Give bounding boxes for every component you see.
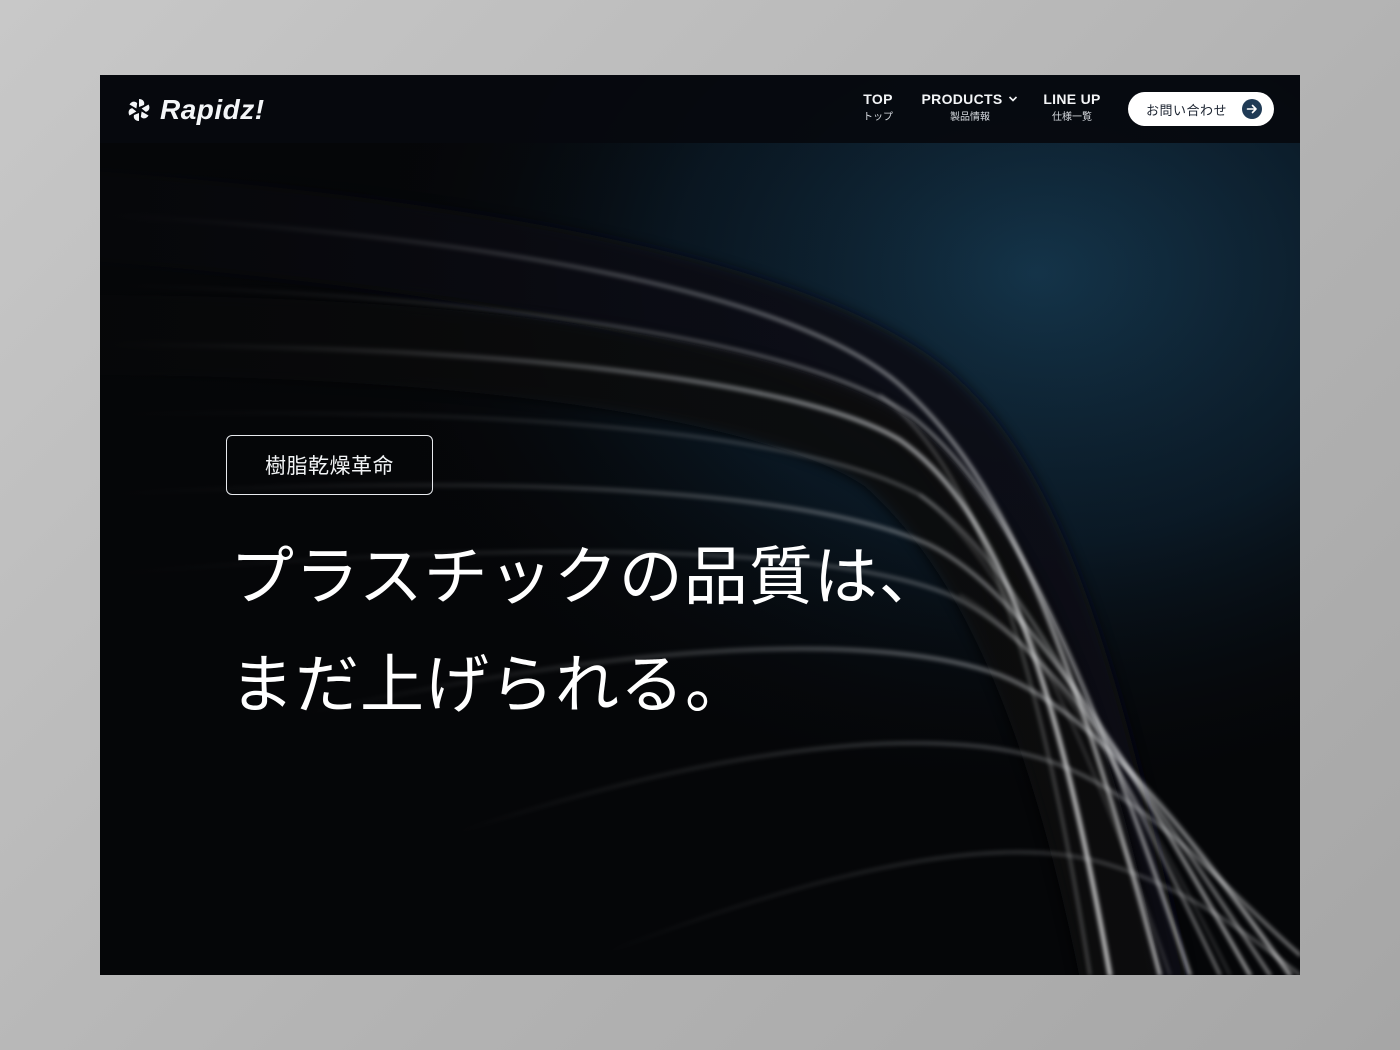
hero-tag: 樹脂乾燥革命 xyxy=(226,435,433,495)
headline-line-1: プラスチックの品質は、 xyxy=(230,541,944,615)
chevron-down-icon[interactable] xyxy=(1008,95,1018,103)
nav-item-lineup[interactable]: LINE UP 仕様一覧 xyxy=(1040,91,1104,124)
contact-label: お問い合わせ xyxy=(1146,103,1228,119)
nav-item-top[interactable]: TOP トップ xyxy=(857,91,899,124)
headline-line-2: まだ上げられる。 xyxy=(230,649,750,723)
website-frame: Rapidz! TOP トップ PRODUCTS 製品情報 LINE UP 仕様… xyxy=(100,75,1300,975)
site-header: Rapidz! TOP トップ PRODUCTS 製品情報 LINE UP 仕様… xyxy=(100,75,1300,143)
nav-label: PRODUCTS xyxy=(921,91,1003,107)
nav-label: TOP xyxy=(863,91,893,107)
nav-sublabel: 製品情報 xyxy=(950,112,990,123)
nav-label: LINE UP xyxy=(1043,91,1101,107)
nav-item-products[interactable]: PRODUCTS 製品情報 xyxy=(918,91,1022,124)
nav-sublabel: トップ xyxy=(863,112,893,123)
nav-label-wrap: PRODUCTS xyxy=(918,91,1022,108)
nav-sublabel: 仕様一覧 xyxy=(1052,112,1092,123)
arrow-right-icon xyxy=(1242,99,1262,119)
contact-button[interactable]: お問い合わせ xyxy=(1128,92,1274,126)
main-nav: TOP トップ PRODUCTS 製品情報 LINE UP 仕様一覧 xyxy=(100,91,1300,131)
hero-headline: プラスチックの品質は、 まだ上げられる。 xyxy=(230,524,944,740)
